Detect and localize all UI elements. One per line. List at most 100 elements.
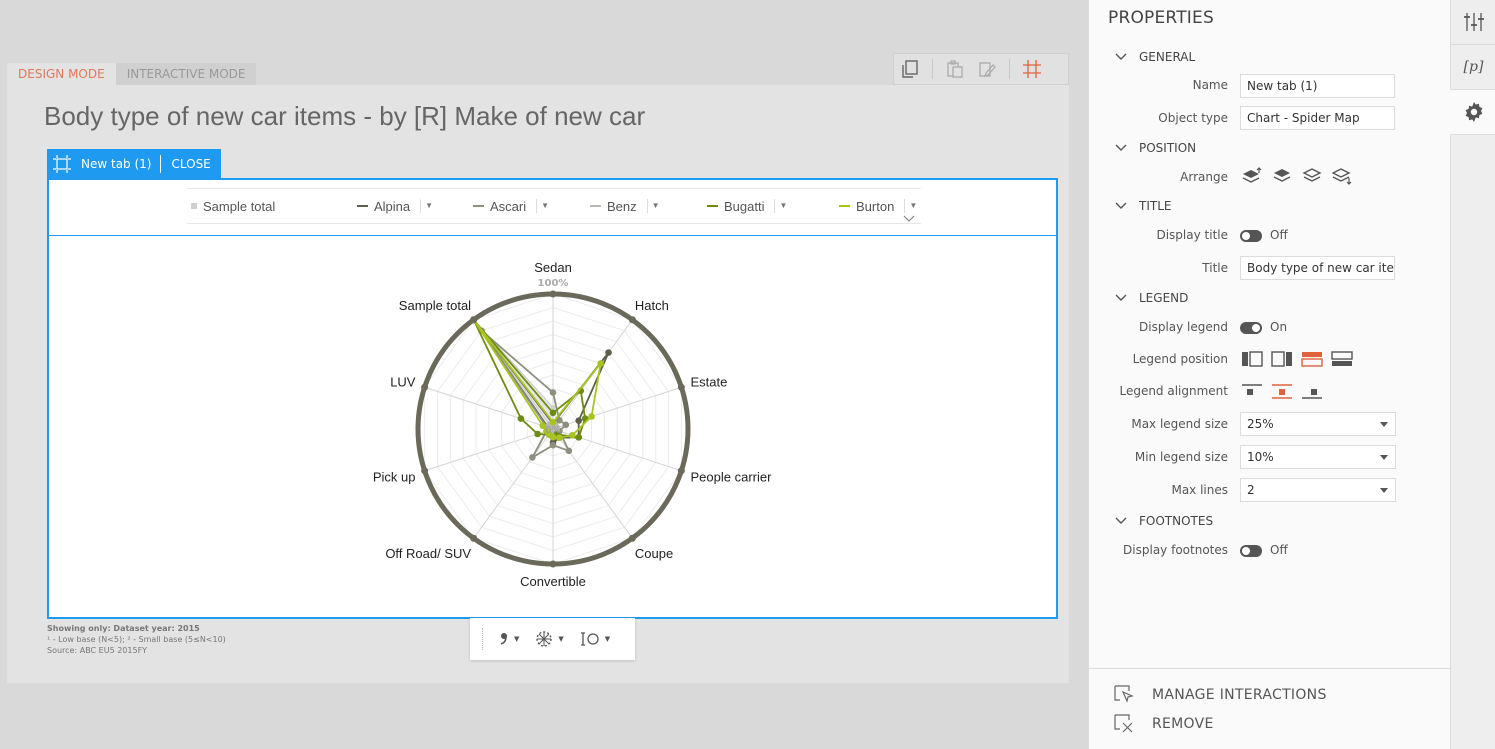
filters-rail-button[interactable] [1451, 0, 1495, 45]
chart-style-dropdown-button[interactable]: ▼ [535, 630, 564, 648]
legend-item-benz[interactable]: Benz ▼ [590, 189, 660, 223]
section-general[interactable]: GENERAL [1115, 50, 1195, 64]
section-legend[interactable]: LEGEND [1115, 291, 1188, 305]
settings-rail-button[interactable] [1450, 90, 1495, 135]
chevron-down-icon [1115, 517, 1127, 524]
gear-icon [1465, 102, 1482, 122]
legend-position-top-button[interactable] [1300, 349, 1324, 369]
data-point [517, 415, 525, 422]
object-type-label: Object type [1158, 111, 1228, 125]
send-backward-button[interactable] [1300, 166, 1324, 186]
toolbar-separator [1009, 59, 1010, 79]
legend-left-icon [1242, 351, 1263, 367]
scale-min-label: 0% [545, 425, 561, 436]
manage-interactions-button[interactable]: MANAGE INTERACTIONS [1114, 685, 1327, 705]
tab-interactive-mode[interactable]: INTERACTIVE MODE [115, 63, 257, 85]
legend-align-right-button[interactable] [1300, 381, 1324, 401]
arrange-buttons [1240, 166, 1360, 186]
copy-button[interactable] [894, 54, 926, 84]
drag-handle[interactable] [482, 628, 485, 650]
bring-to-front-button[interactable] [1240, 166, 1264, 186]
caret-down-icon: ▼ [558, 635, 564, 643]
display-title-toggle[interactable] [1240, 230, 1262, 242]
close-tab-button[interactable]: CLOSE [161, 157, 220, 171]
legend-alignment-options [1240, 381, 1330, 401]
legend-label: Alpina [374, 198, 411, 214]
axis-vertex-dot [677, 383, 685, 391]
max-legend-size-select[interactable]: 25% [1240, 412, 1396, 436]
remove-button[interactable]: REMOVE [1114, 714, 1214, 734]
paste-button[interactable] [939, 54, 971, 84]
display-title-state: Off [1270, 228, 1288, 242]
display-legend-toggle[interactable] [1240, 322, 1262, 334]
legend-item-bugatti[interactable]: Bugatti ▼ [707, 189, 787, 223]
data-point [550, 404, 556, 410]
data-point [575, 417, 582, 424]
remove-label: REMOVE [1152, 716, 1214, 732]
legend-item-ascari[interactable]: Ascari ▼ [473, 189, 549, 223]
variables-rail-button[interactable]: [p] [1451, 45, 1495, 90]
section-footnotes[interactable]: FOOTNOTES [1115, 514, 1213, 528]
legend-dropdown-icon[interactable]: ▼ [646, 199, 660, 213]
min-legend-size-select[interactable]: 10% [1240, 445, 1396, 469]
legend-position-bottom-button[interactable] [1330, 349, 1354, 369]
align-right-icon [1302, 389, 1322, 399]
scale-icon [580, 632, 599, 646]
chart-legend: Sample total Alpina ▼ Ascari ▼ Benz ▼ Bu… [187, 188, 921, 224]
remove-icon [1114, 714, 1133, 733]
chevron-down-icon [1115, 202, 1127, 209]
send-to-back-button[interactable] [1330, 166, 1354, 186]
bring-forward-button[interactable] [1270, 166, 1294, 186]
section-label: LEGEND [1139, 291, 1189, 305]
legend-swatch [191, 203, 197, 209]
legend-item-alpina[interactable]: Alpina ▼ [357, 189, 433, 223]
legend-swatch [590, 205, 601, 207]
title-label: Title [1202, 261, 1228, 275]
legend-right-icon [1271, 351, 1292, 367]
legend-position-right-button[interactable] [1270, 349, 1294, 369]
legend-position-left-button[interactable] [1240, 349, 1264, 369]
tab-design-mode[interactable]: DESIGN MODE [7, 63, 116, 85]
data-point [605, 349, 612, 356]
grid-snap-button[interactable] [1016, 54, 1048, 84]
axis-vertex-dot [549, 560, 557, 568]
axis-label-off-road-suv: Off Road/ SUV [385, 546, 471, 561]
axis-label-pick-up: Pick up [373, 469, 416, 484]
legend-dropdown-icon[interactable]: ▼ [536, 199, 549, 213]
bring-forward-icon [1273, 169, 1291, 182]
section-title[interactable]: TITLE [1115, 199, 1171, 213]
legend-label: Sample total [203, 198, 276, 214]
data-point [562, 421, 570, 429]
axis-label-sedan: Sedan [534, 260, 572, 275]
name-label: Name [1192, 78, 1228, 92]
bring-to-front-icon [1242, 167, 1262, 183]
data-point [534, 430, 541, 438]
title-input[interactable]: Body type of new car items - by [R] Make… [1240, 256, 1395, 280]
grid-icon [1023, 60, 1041, 78]
chart-frame[interactable]: Sample total Alpina ▼ Ascari ▼ Benz ▼ Bu… [47, 178, 1058, 619]
legend-expand-icon[interactable] [903, 215, 915, 226]
name-input[interactable]: New tab (1) [1240, 74, 1395, 98]
manage-interactions-label: MANAGE INTERACTIONS [1152, 687, 1327, 703]
legend-item-sample-total[interactable]: Sample total [191, 189, 275, 223]
select-frame-icon[interactable] [47, 149, 77, 179]
chart-bottom-toolbar: ▼ ▼ ▼ [470, 618, 635, 660]
max-lines-select[interactable]: 2 [1240, 478, 1396, 502]
display-footnotes-toggle[interactable] [1240, 545, 1262, 557]
legend-dropdown-icon[interactable]: ▼ [904, 199, 917, 213]
legend-dropdown-icon[interactable]: ▼ [774, 199, 787, 213]
axis-label-hatch: Hatch [635, 298, 669, 313]
section-position[interactable]: POSITION [1115, 141, 1196, 155]
comma-icon [500, 633, 507, 645]
legend-dropdown-icon[interactable]: ▼ [420, 199, 433, 213]
legend-align-left-button[interactable] [1240, 381, 1264, 401]
scale-max-label: 100% [538, 278, 569, 289]
axis-vertex-dot [470, 534, 478, 542]
labels-dropdown-button[interactable]: ▼ [499, 632, 519, 646]
paste-format-button[interactable] [971, 54, 1003, 84]
scale-dropdown-button[interactable]: ▼ [580, 632, 610, 646]
legend-position-label: Legend position [1132, 352, 1228, 366]
paste-format-icon [979, 62, 996, 77]
chevron-down-icon [1115, 144, 1127, 151]
legend-align-center-button[interactable] [1270, 381, 1294, 401]
